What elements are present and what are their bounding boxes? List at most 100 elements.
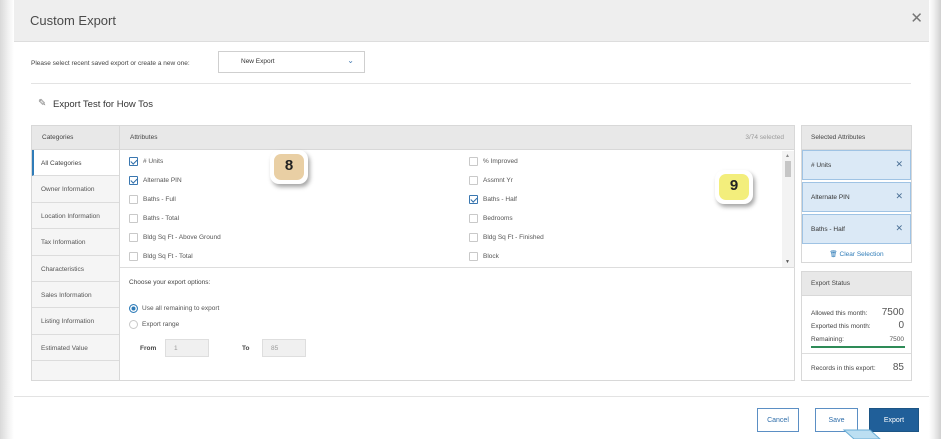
attributes-scrollbar[interactable]: ▲ ▼	[782, 151, 794, 267]
remaining-label: Remaining:	[811, 336, 844, 343]
remove-icon[interactable]: ✕	[895, 223, 903, 234]
allowed-label: Allowed this month:	[811, 310, 868, 317]
option-export-range-label: Export range	[142, 321, 180, 328]
dialog-title: Custom Export	[30, 13, 116, 28]
checkbox[interactable]	[129, 214, 138, 223]
attribute-label: Bldg Sq Ft - Total	[143, 253, 193, 260]
callout-number: 9	[719, 174, 749, 200]
category-tax[interactable]: Tax Information	[32, 229, 119, 256]
attribute-label: Baths - Total	[143, 215, 180, 222]
checkbox[interactable]	[129, 252, 138, 261]
attributes-header-label: Attributes	[130, 134, 158, 141]
selected-attribute-item: Alternate PIN ✕	[802, 182, 911, 212]
category-location[interactable]: Location Information	[32, 202, 119, 230]
attribute-label: Baths - Full	[143, 196, 176, 203]
right-page-shadow	[929, 0, 941, 439]
export-name-title[interactable]: Export Test for How Tos	[53, 99, 153, 110]
category-estimated-value[interactable]: Estimated Value	[32, 334, 119, 362]
category-all[interactable]: All Categories	[32, 150, 119, 177]
checkbox[interactable]	[469, 252, 478, 261]
attribute-label: Bldg Sq Ft - Finished	[483, 234, 544, 241]
selected-count: 3/74 selected	[745, 134, 784, 141]
divider	[31, 83, 911, 84]
attribute-label: Baths - Half	[483, 196, 517, 203]
to-input[interactable]: 85	[262, 339, 306, 357]
radio-export-range[interactable]	[129, 320, 138, 329]
attributes-panel: Attributes 3/74 selected # Units Alterna…	[120, 125, 795, 381]
checkbox[interactable]	[129, 195, 138, 204]
selected-attributes-header: Selected Attributes	[802, 126, 911, 150]
allowed-value: 7500	[881, 307, 904, 318]
saved-export-row: Please select recent saved export or cre…	[14, 42, 929, 86]
attribute-label: # Units	[143, 158, 164, 165]
category-sales[interactable]: Sales Information	[32, 281, 119, 309]
selected-attribute-item: # Units ✕	[802, 150, 911, 180]
footer-divider	[14, 396, 929, 397]
remove-icon[interactable]: ✕	[895, 191, 903, 202]
category-characteristics[interactable]: Characteristics	[32, 255, 119, 282]
attribute-label: Assmnt Yr	[483, 177, 513, 184]
attributes-header: Attributes 3/74 selected	[120, 126, 794, 150]
dialog-header: Custom Export ✕	[14, 0, 929, 42]
trash-icon: 🗑	[829, 251, 838, 258]
checkbox[interactable]	[129, 157, 138, 166]
selected-attribute-item: Baths - Half ✕	[802, 214, 911, 244]
scroll-down-icon[interactable]: ▼	[785, 259, 790, 265]
checkbox[interactable]	[469, 214, 478, 223]
export-options-title: Choose your export options:	[129, 279, 211, 286]
remove-icon[interactable]: ✕	[895, 159, 903, 170]
pencil-icon[interactable]: ✎	[38, 98, 46, 109]
attribute-label: Alternate PIN	[143, 177, 182, 184]
export-status-header: Export Status	[802, 272, 911, 296]
attribute-label: Block	[483, 253, 499, 260]
checkbox[interactable]	[129, 233, 138, 242]
saved-export-value: New Export	[241, 58, 275, 65]
checkbox[interactable]	[469, 195, 478, 204]
selected-attribute-label: # Units	[811, 162, 832, 169]
clear-selection-link[interactable]: 🗑 Clear Selection	[802, 250, 911, 258]
checkbox[interactable]	[129, 176, 138, 185]
option-use-all-label: Use all remaining to export	[142, 305, 220, 312]
scrollbar-thumb[interactable]	[785, 161, 791, 177]
selected-attributes-panel: Selected Attributes # Units ✕ Alternate …	[801, 125, 912, 263]
exported-value: 0	[898, 320, 904, 331]
remaining-value: 7500	[889, 336, 904, 343]
radio-use-all-remaining[interactable]	[129, 304, 138, 313]
custom-export-dialog: Custom Export ✕ Please select recent sav…	[14, 0, 929, 439]
checkbox[interactable]	[469, 157, 478, 166]
category-owner[interactable]: Owner Information	[32, 176, 119, 203]
selected-attribute-label: Alternate PIN	[811, 194, 850, 201]
close-icon[interactable]: ✕	[910, 11, 923, 26]
clear-selection-label: Clear Selection	[839, 251, 884, 258]
attribute-label: Bldg Sq Ft - Above Ground	[143, 234, 221, 241]
from-input[interactable]: 1	[165, 339, 209, 357]
attributes-list: # Units Alternate PIN Baths - Full Baths…	[120, 151, 780, 267]
chevron-down-icon: ⌄	[347, 56, 354, 65]
exported-label: Exported this month:	[811, 323, 871, 330]
attribute-label: % Improved	[483, 158, 518, 165]
to-label: To	[242, 345, 250, 352]
divider	[120, 267, 795, 268]
categories-panel: Categories All Categories Owner Informat…	[31, 125, 120, 381]
callout-8: 8	[270, 150, 308, 184]
cancel-button[interactable]: Cancel	[757, 408, 799, 432]
attribute-label: Bedrooms	[483, 215, 513, 222]
saved-export-select[interactable]: New Export ⌄	[218, 51, 365, 73]
saved-export-label: Please select recent saved export or cre…	[31, 60, 190, 67]
remaining-progress-bar	[811, 346, 905, 348]
selected-attribute-label: Baths - Half	[811, 226, 845, 233]
category-listing[interactable]: Listing Information	[32, 308, 119, 335]
checkbox[interactable]	[469, 176, 478, 185]
checkbox[interactable]	[469, 233, 478, 242]
divider	[802, 353, 911, 354]
callout-9: 9	[715, 170, 753, 204]
records-value: 85	[892, 362, 904, 373]
callout-number: 8	[274, 154, 304, 180]
export-status-panel: Export Status Allowed this month: 7500 E…	[801, 271, 912, 381]
left-page-shadow	[0, 0, 14, 439]
from-label: From	[140, 345, 157, 352]
categories-header: Categories	[32, 126, 119, 150]
pointer-arrow-icon	[842, 429, 881, 439]
records-label: Records in this export:	[811, 365, 876, 372]
scroll-up-icon[interactable]: ▲	[785, 153, 790, 159]
